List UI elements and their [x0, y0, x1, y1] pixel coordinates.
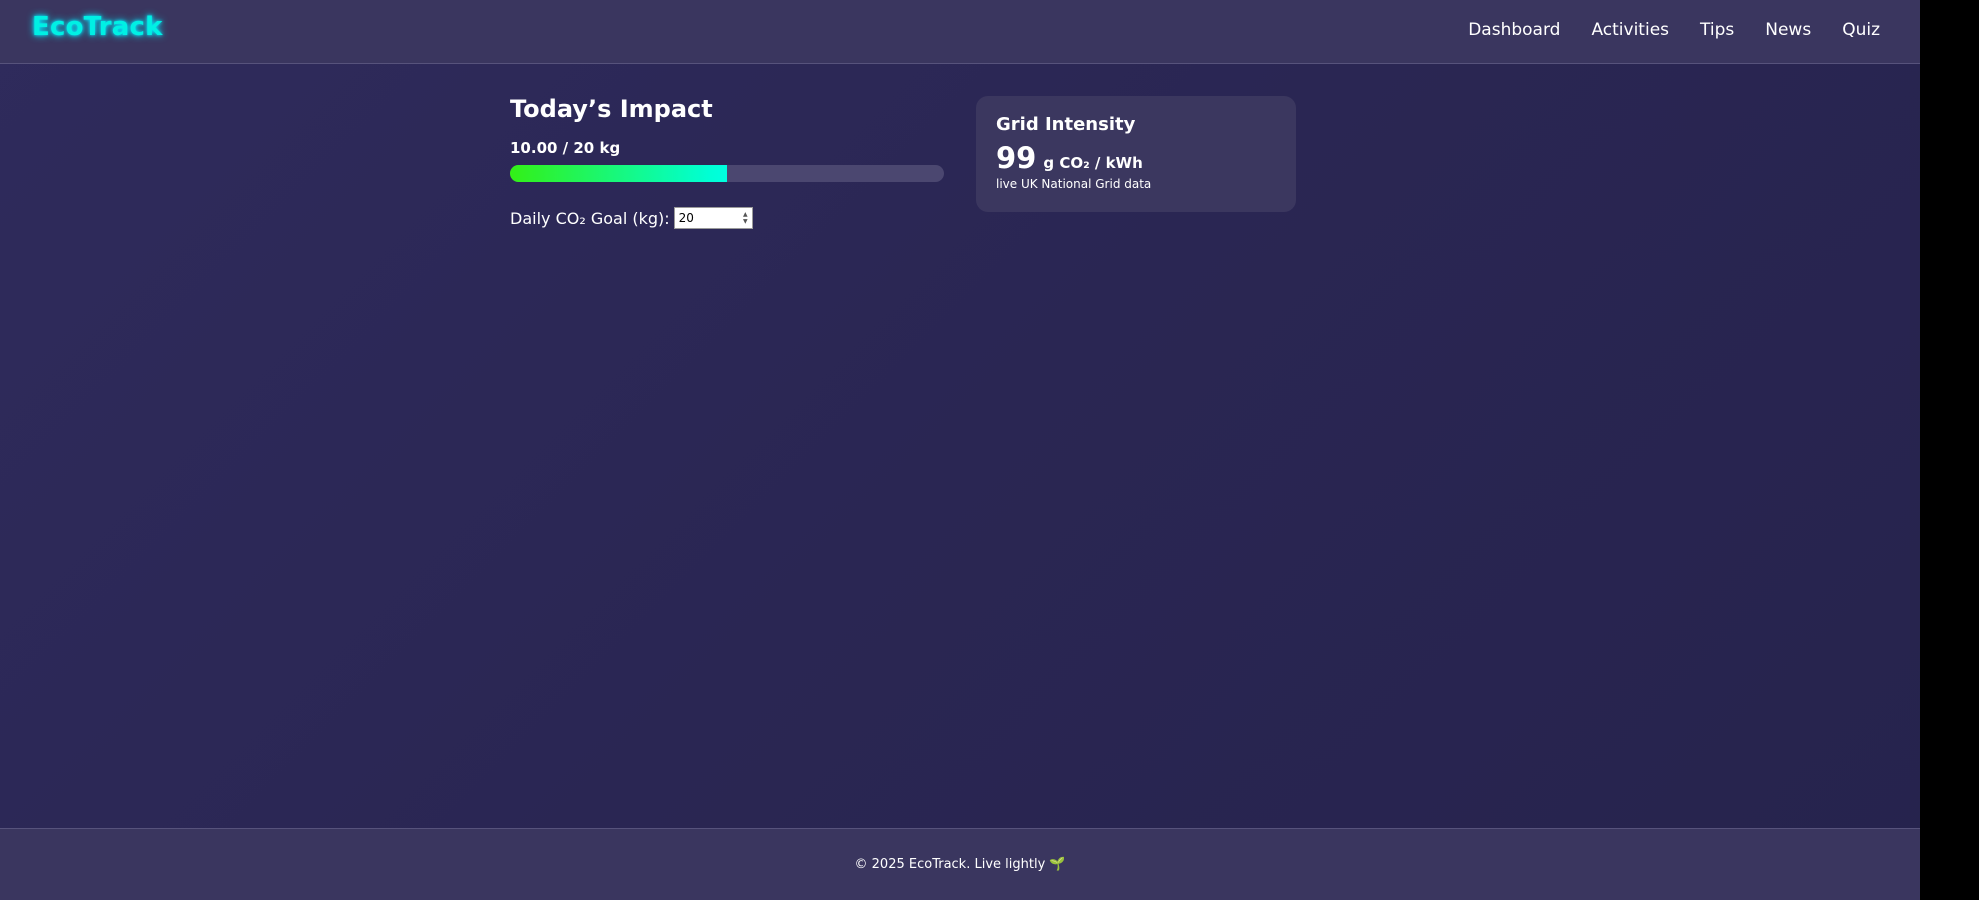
nav-activities[interactable]: Activities	[1591, 20, 1669, 40]
goal-row: Daily CO₂ Goal (kg): 20 ▲ ▼	[510, 207, 944, 229]
nav-tips[interactable]: Tips	[1700, 20, 1734, 40]
grid-title: Grid Intensity	[996, 114, 1136, 135]
nav-quiz[interactable]: Quiz	[1842, 20, 1880, 40]
goal-stepper[interactable]: ▲ ▼	[743, 211, 748, 225]
top-header: EcoTrack Dashboard Activities Tips News …	[0, 0, 1920, 64]
logo[interactable]: EcoTrack	[32, 12, 163, 42]
grid-value-row: 99 g CO₂ / kWh	[996, 141, 1276, 175]
nav-news[interactable]: News	[1765, 20, 1811, 40]
main-nav: Dashboard Activities Tips News Quiz	[1468, 20, 1880, 40]
grid-subtitle: live UK National Grid data	[996, 177, 1152, 191]
grid-unit: g CO₂ / kWh	[1043, 154, 1143, 172]
goal-input-value: 20	[678, 211, 694, 225]
todays-impact-section: Today’s Impact 10.00 / 20 kg Daily CO₂ G…	[510, 95, 944, 229]
sprout-icon: 🌱	[1049, 857, 1066, 872]
nav-dashboard[interactable]: Dashboard	[1468, 20, 1560, 40]
footer-text: © 2025 EcoTrack. Live lightly	[854, 857, 1046, 872]
impact-progress-bar	[510, 165, 944, 182]
app-window: EcoTrack Dashboard Activities Tips News …	[0, 0, 1920, 900]
page-footer: © 2025 EcoTrack. Live lightly 🌱	[0, 828, 1920, 900]
stepper-up-icon[interactable]: ▲	[743, 211, 748, 218]
impact-progress-fill	[510, 165, 727, 182]
impact-title: Today’s Impact	[510, 95, 713, 123]
impact-amount: 10.00 / 20 kg	[510, 139, 621, 157]
stepper-down-icon[interactable]: ▼	[743, 218, 748, 225]
goal-input[interactable]: 20 ▲ ▼	[673, 207, 753, 229]
grid-value: 99	[996, 141, 1037, 175]
goal-label: Daily CO₂ Goal (kg):	[510, 208, 670, 228]
grid-intensity-card: Grid Intensity 99 g CO₂ / kWh live UK Na…	[976, 96, 1296, 212]
